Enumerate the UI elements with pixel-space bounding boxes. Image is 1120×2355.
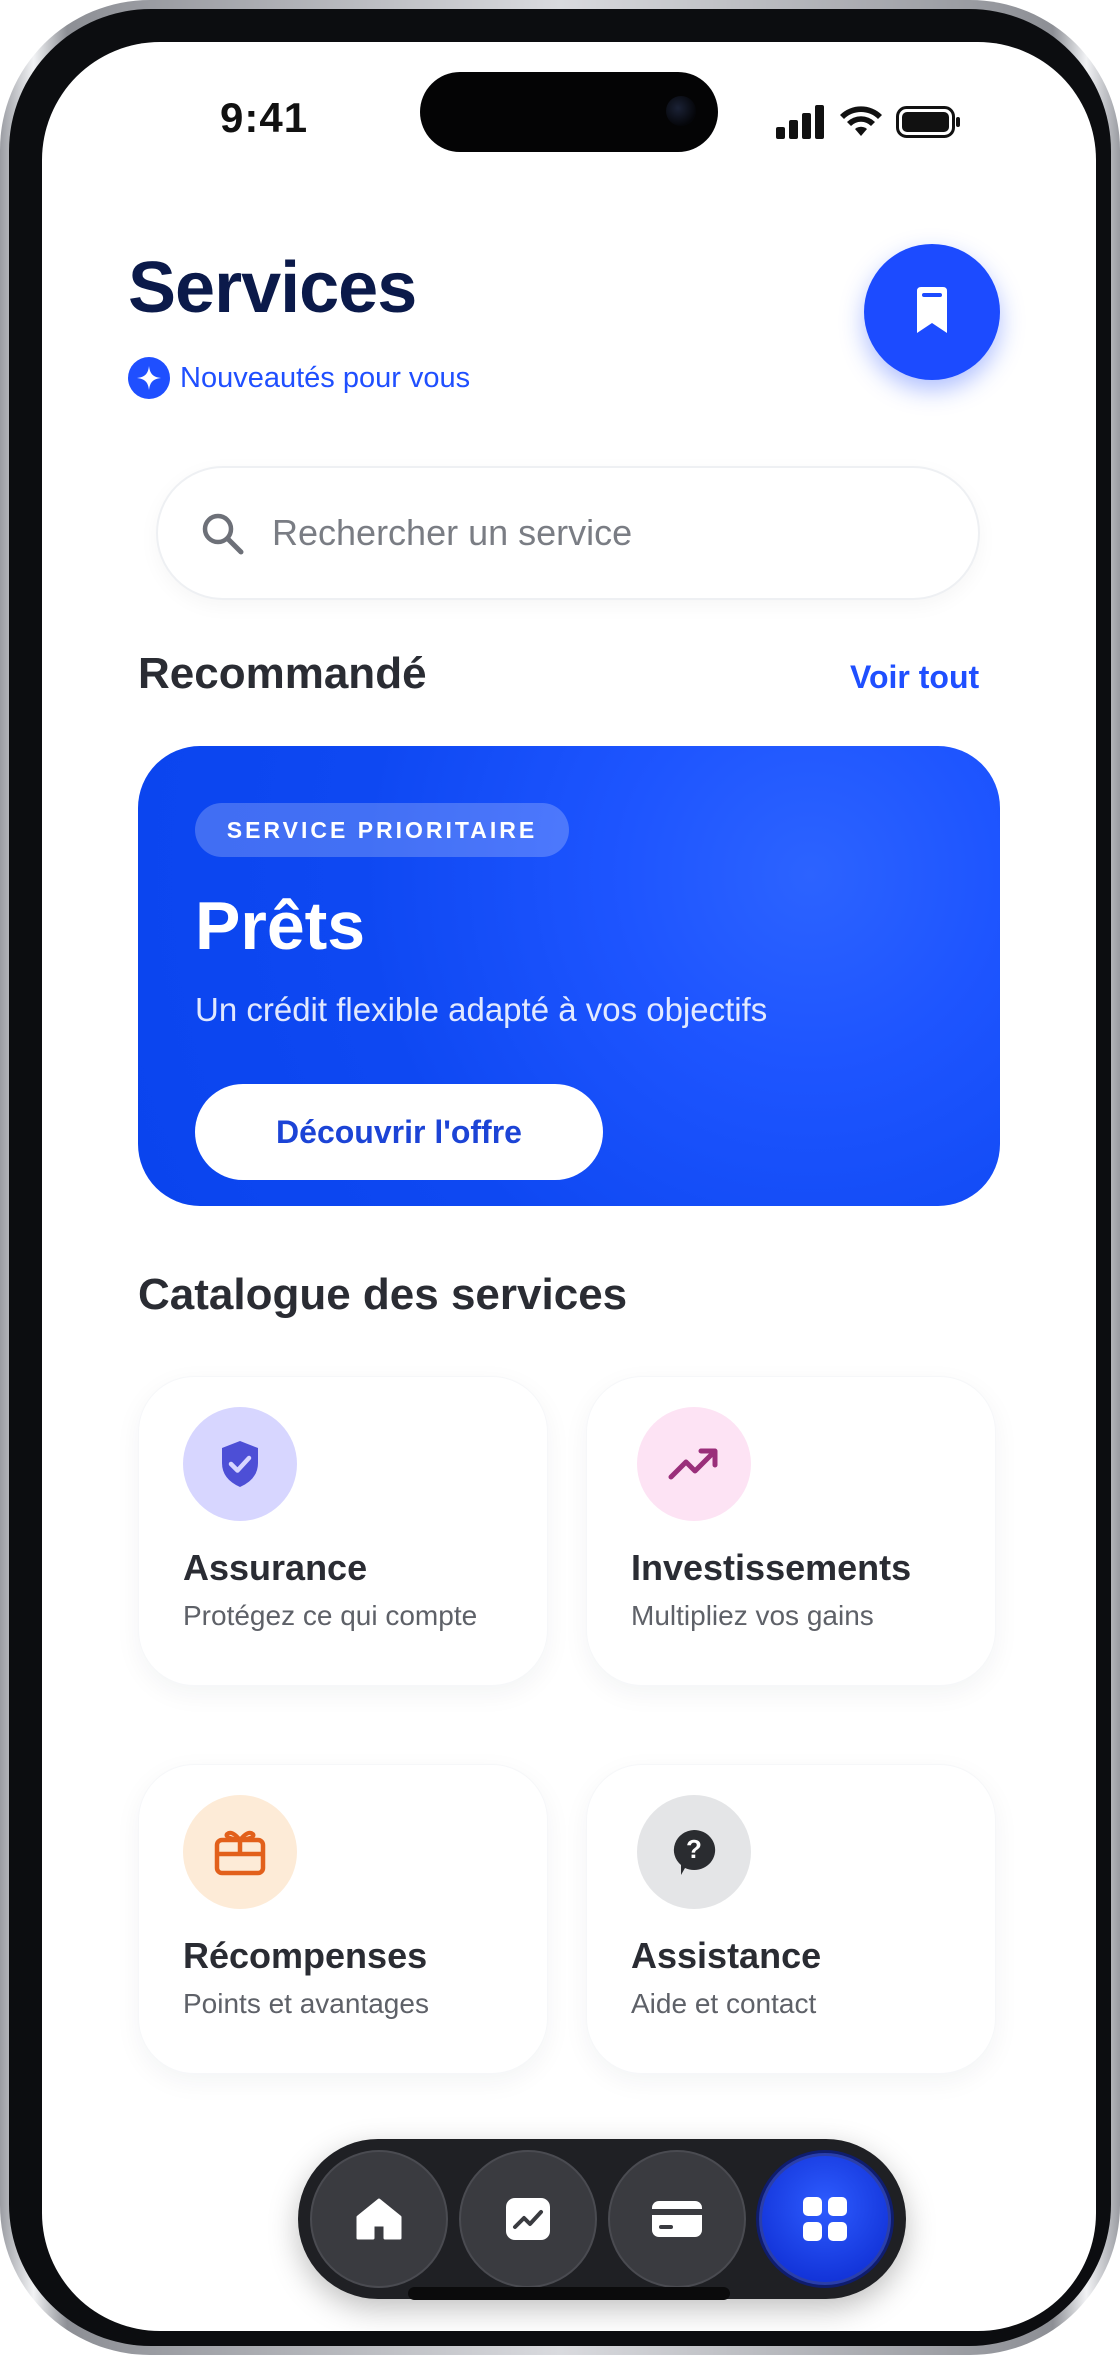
- subtitle: Nouveautés pour vous: [180, 361, 471, 394]
- bookmark-button[interactable]: [864, 244, 1000, 380]
- card-icon: [652, 2201, 702, 2237]
- home-icon: [356, 2198, 402, 2240]
- help-bubble-icon: ?: [637, 1795, 751, 1909]
- battery-icon: [896, 106, 960, 138]
- search-icon: [202, 513, 244, 555]
- bookmark-icon: [917, 287, 947, 333]
- wifi-icon: [840, 106, 882, 136]
- promo-badge: SERVICE PRIORITAIRE: [195, 803, 569, 857]
- dynamic-island: [420, 72, 718, 152]
- phone-bezel: 9:41 Services Nouveautés pour vous Reche…: [9, 9, 1111, 2346]
- service-name: Récompenses: [183, 1935, 428, 1976]
- status-time: 9:41: [220, 94, 309, 141]
- shield-check-icon: [183, 1407, 297, 1521]
- signal-icon: [776, 105, 824, 139]
- svg-text:?: ?: [686, 1834, 702, 1864]
- see-all-link[interactable]: Voir tout: [850, 659, 979, 696]
- promo-card[interactable]: SERVICE PRIORITAIRE Prêts Un crédit flex…: [138, 746, 1000, 1206]
- trending-up-icon: [637, 1407, 751, 1521]
- tab-home[interactable]: [310, 2150, 448, 2288]
- camera-icon: [666, 96, 696, 126]
- service-card-assurance[interactable]: Assurance Protégez ce qui compte: [138, 1376, 548, 1686]
- recommended-title: Recommandé: [138, 649, 427, 698]
- status-icons: [776, 102, 962, 142]
- chart-icon: [506, 2198, 550, 2240]
- grid-icon: [803, 2197, 847, 2241]
- phone-frame: 9:41 Services Nouveautés pour vous Reche…: [0, 0, 1120, 2355]
- search-bar[interactable]: [156, 466, 980, 600]
- subtitle-row: Nouveautés pour vous: [128, 357, 470, 399]
- service-description: Points et avantages: [183, 1988, 429, 2019]
- promo-title: Prêts: [195, 888, 366, 964]
- page-title: Services: [128, 248, 417, 328]
- tab-cards[interactable]: [608, 2150, 746, 2288]
- service-description: Aide et contact: [631, 1988, 817, 2019]
- tab-analytics[interactable]: [459, 2150, 597, 2288]
- tab-services[interactable]: [756, 2150, 894, 2288]
- service-name: Assistance: [631, 1935, 822, 1976]
- tab-bar: [298, 2139, 906, 2299]
- service-card-recompenses[interactable]: Récompenses Points et avantages: [138, 1764, 548, 2074]
- service-card-assistance[interactable]: ? Assistance Aide et contact: [586, 1764, 996, 2074]
- screen: 9:41 Services Nouveautés pour vous Reche…: [42, 42, 1096, 2331]
- sparkle-icon: [128, 357, 170, 399]
- service-name: Assurance: [183, 1547, 368, 1588]
- catalog-title: Catalogue des services: [138, 1270, 628, 1319]
- service-description: Multipliez vos gains: [631, 1600, 874, 1631]
- service-description: Protégez ce qui compte: [183, 1600, 478, 1631]
- service-name: Investissements: [631, 1547, 912, 1588]
- discover-offer-button[interactable]: Découvrir l'offre: [195, 1084, 603, 1180]
- gift-icon: [183, 1795, 297, 1909]
- home-indicator[interactable]: [408, 2287, 730, 2300]
- promo-description: Un crédit flexible adapté à vos objectif…: [195, 991, 768, 1028]
- service-card-investissements[interactable]: Investissements Multipliez vos gains: [586, 1376, 996, 1686]
- search-input[interactable]: [270, 511, 894, 555]
